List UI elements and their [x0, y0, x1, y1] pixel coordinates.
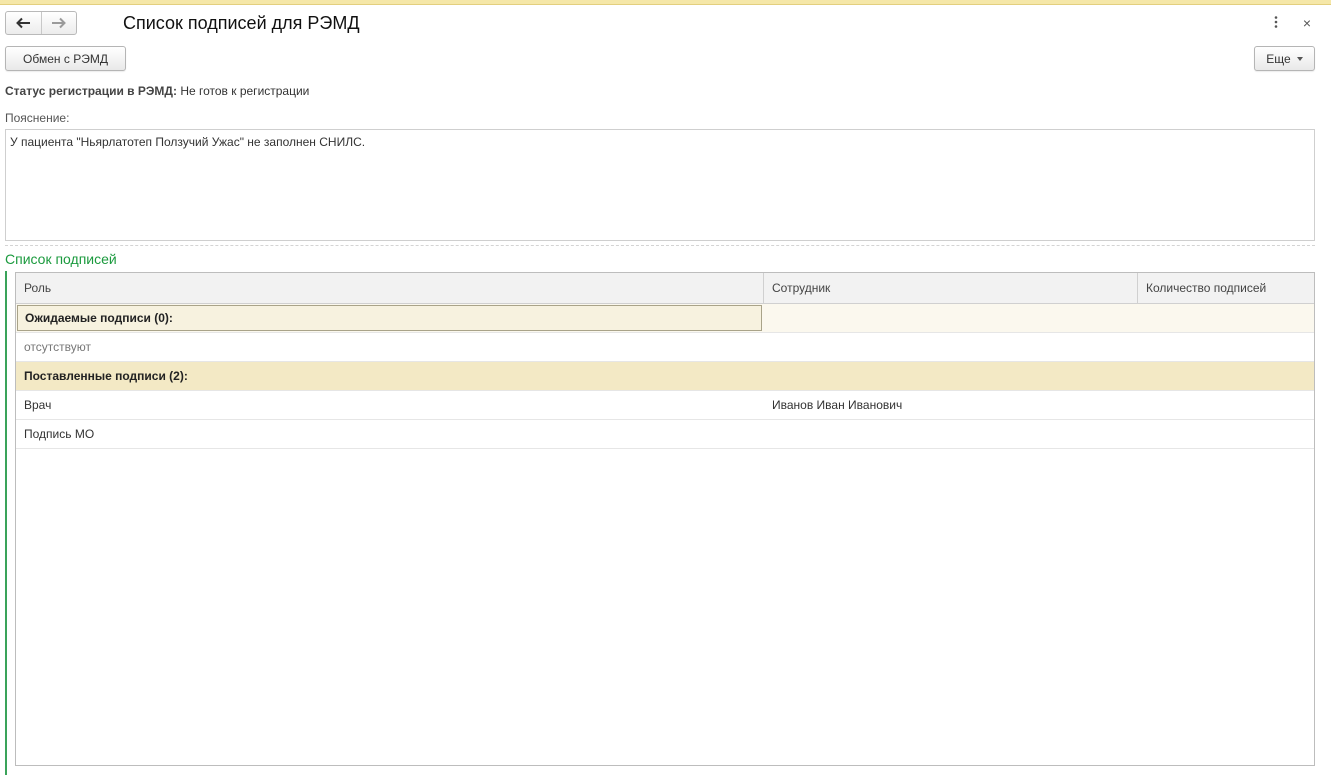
table-header: Роль Сотрудник Количество подписей — [16, 273, 1314, 304]
group-label-expected: Ожидаемые подписи (0): — [17, 305, 762, 331]
status-value: Не готов к регистрации — [180, 84, 310, 98]
group-accent-bar — [5, 271, 7, 775]
top-accent-strip — [0, 0, 1331, 5]
cell-role: Врач — [24, 398, 52, 412]
close-icon: × — [1302, 15, 1312, 31]
column-header-employee[interactable]: Сотрудник — [764, 273, 1138, 303]
back-button[interactable] — [6, 12, 41, 34]
explanation-text: У пациента "Ньярлатотеп Ползучий Ужас" н… — [10, 135, 366, 149]
window-menu-button[interactable] — [1268, 14, 1284, 32]
arrow-left-icon — [15, 17, 31, 29]
status-label: Статус регистрации в РЭМД: — [5, 84, 177, 98]
column-header-count[interactable]: Количество подписей — [1138, 273, 1314, 303]
cell-count — [1138, 420, 1314, 448]
table-row[interactable]: Врач Иванов Иван Иванович — [16, 391, 1314, 420]
table-row[interactable]: отсутствуют — [16, 333, 1314, 362]
arrow-right-icon — [51, 17, 67, 29]
explanation-field[interactable]: У пациента "Ньярлатотеп Ползучий Ужас" н… — [5, 129, 1315, 241]
table-row[interactable]: Подпись МО — [16, 420, 1314, 449]
signatures-table: Роль Сотрудник Количество подписей Ожида… — [15, 272, 1315, 766]
cell-count — [1138, 391, 1314, 419]
forward-button[interactable] — [40, 12, 77, 34]
group-label-placed: Поставленные подписи (2): — [24, 369, 188, 383]
empty-placeholder: отсутствуют — [24, 340, 91, 354]
divider — [5, 245, 1315, 246]
more-button[interactable]: Еще — [1254, 46, 1315, 71]
explanation-label: Пояснение: — [5, 111, 70, 125]
chevron-down-icon — [1296, 56, 1303, 61]
exchange-remd-button[interactable]: Обмен с РЭМД — [5, 46, 126, 71]
cell-employee — [764, 420, 1138, 448]
group-row-placed[interactable]: Поставленные подписи (2): — [16, 362, 1314, 391]
exchange-remd-label: Обмен с РЭМД — [23, 51, 108, 66]
cell-count — [1138, 304, 1314, 332]
nav-buttons — [5, 11, 77, 35]
cell-employee — [764, 304, 1138, 332]
window-title: Список подписей для РЭМД — [123, 13, 360, 33]
signatures-group-title: Список подписей — [5, 251, 117, 267]
more-vertical-icon — [1274, 15, 1278, 31]
cell-employee: Иванов Иван Иванович — [772, 398, 903, 412]
window-close-button[interactable]: × — [1299, 14, 1315, 32]
registration-status: Статус регистрации в РЭМД: Не готов к ре… — [5, 84, 309, 98]
cell-role: Подпись МО — [24, 427, 95, 441]
column-header-role[interactable]: Роль — [16, 273, 764, 303]
group-row-expected[interactable]: Ожидаемые подписи (0): — [16, 304, 1314, 333]
more-label: Еще — [1266, 51, 1291, 66]
